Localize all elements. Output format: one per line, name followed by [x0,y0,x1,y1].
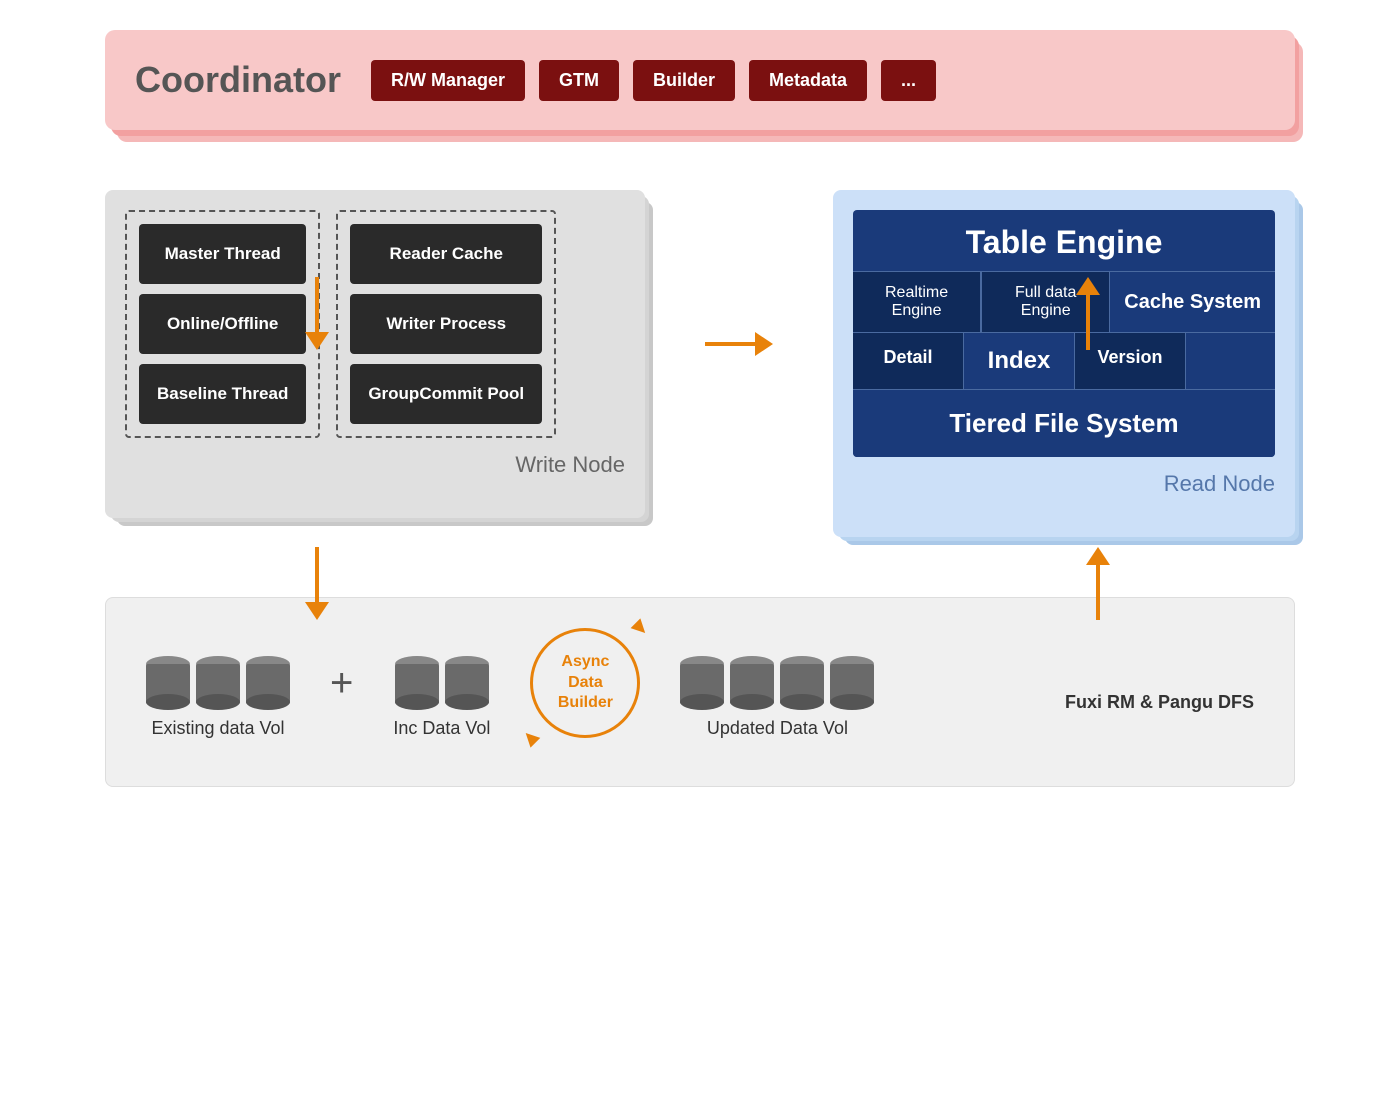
arrow-coordinator-to-write [305,277,329,350]
async-arrow-left-indicator: ▶ [518,726,543,751]
coordinator-title: Coordinator [135,59,341,101]
inc-data-label: Inc Data Vol [393,718,490,739]
cache-system-cell: Cache System [1109,272,1275,332]
badge-builder: Builder [633,60,735,101]
arrow-bottom-to-read [1086,547,1110,620]
group-commit-pool-block: GroupCommit Pool [350,364,542,424]
online-offline-block: Online/Offline [139,294,306,354]
async-label: Async Data Builder [558,653,613,712]
existing-data-label: Existing data Vol [151,718,284,739]
async-arrow-right-indicator: ▶ [628,615,653,640]
cylinder-5 [445,656,489,710]
cylinder-9 [830,656,874,710]
updated-data-vol-group: Updated Data Vol [680,656,874,739]
badge-rw-manager: R/W Manager [371,60,525,101]
updated-data-label: Updated Data Vol [707,718,848,739]
realtime-engine-cell: Realtime Engine [853,272,981,332]
read-node-box: Table Engine Realtime Engine Full data E… [833,190,1295,537]
master-thread-block: Master Thread [139,224,306,284]
detail-cell: Detail [853,333,964,389]
cylinder-8 [780,656,824,710]
cylinder-1 [146,656,190,710]
cylinder-6 [680,656,724,710]
right-dashed-box: Reader Cache Writer Process GroupCommit … [336,210,556,438]
existing-data-vol-group: Existing data Vol [146,656,290,739]
arrow-write-to-bottom [305,547,329,620]
read-node-label: Read Node [853,471,1275,497]
middle-section: Master Thread Online/Offline Baseline Th… [105,190,1295,537]
updated-cylinders [680,656,874,710]
table-engine-row2: Detail Index Version [853,332,1275,389]
coordinator-section: Coordinator R/W Manager GTM Builder Meta… [105,30,1295,130]
plus-sign: + [330,661,353,706]
badge-metadata: Metadata [749,60,867,101]
cylinder-7 [730,656,774,710]
existing-cylinders [146,656,290,710]
async-data-builder: ▶ ▶ Async Data Builder [530,628,640,738]
async-text: Async Data Builder [558,652,613,714]
tiered-file-system: Tiered File System [853,389,1275,457]
write-node-wrapper: Master Thread Online/Offline Baseline Th… [105,190,645,518]
coordinator-box: Coordinator R/W Manager GTM Builder Meta… [105,30,1295,130]
inc-data-vol-group: Inc Data Vol [393,656,490,739]
table-engine-row1: Realtime Engine Full data Engine Cache S… [853,271,1275,332]
read-node-wrapper: Table Engine Realtime Engine Full data E… [833,190,1295,537]
write-node-box: Master Thread Online/Offline Baseline Th… [105,190,645,518]
arrow-read-to-coordinator [1076,277,1100,350]
async-ring: ▶ ▶ Async Data Builder [530,628,640,738]
write-node-inner: Master Thread Online/Offline Baseline Th… [125,210,625,438]
coordinator-badges: R/W Manager GTM Builder Metadata ... [371,60,936,101]
cylinder-3 [246,656,290,710]
left-dashed-box: Master Thread Online/Offline Baseline Th… [125,210,320,438]
writer-process-block: Writer Process [350,294,542,354]
table-engine-title: Table Engine [853,210,1275,271]
inc-cylinders [395,656,489,710]
cylinder-2 [196,656,240,710]
bottom-box: Existing data Vol + [105,597,1295,787]
arrow-write-to-read [705,332,773,356]
table-engine-outer: Table Engine Realtime Engine Full data E… [853,210,1275,457]
bottom-section: Existing data Vol + [105,597,1295,787]
reader-cache-block: Reader Cache [350,224,542,284]
index-cell: Index [964,333,1075,389]
badge-gtm: GTM [539,60,619,101]
fuxi-label: Fuxi RM & Pangu DFS [1065,692,1254,713]
cylinder-4 [395,656,439,710]
write-node-label: Write Node [125,452,625,478]
badge-ellipsis: ... [881,60,936,101]
baseline-thread-block: Baseline Thread [139,364,306,424]
